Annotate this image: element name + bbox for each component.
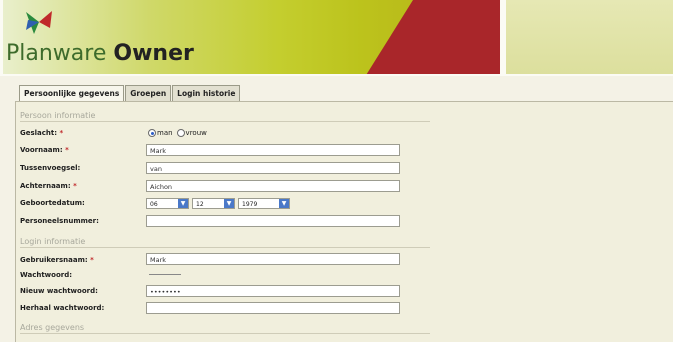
geslacht-radio-group: man vrouw bbox=[148, 129, 207, 137]
nieuw-wachtwoord-label: Nieuw wachtwoord: bbox=[20, 287, 98, 295]
section-persoon-informatie: Persoon informatie bbox=[20, 111, 430, 122]
radio-vrouw[interactable] bbox=[176, 129, 185, 137]
herhaal-wachtwoord-input[interactable] bbox=[146, 302, 400, 314]
required-marker: * bbox=[73, 182, 77, 190]
geboorte-jaar-select[interactable]: 1979 ▼ bbox=[238, 198, 290, 209]
geboorte-dag-value: 06 bbox=[150, 201, 158, 208]
geslacht-label-text: Geslacht: bbox=[20, 129, 58, 137]
achternaam-input[interactable]: Aichon bbox=[146, 180, 400, 192]
planware-logo-icon bbox=[26, 11, 52, 34]
required-marker: * bbox=[59, 129, 64, 137]
tab-bar: Persoonlijke gegevens Groepen Login hist… bbox=[19, 85, 241, 102]
personeelsnummer-input[interactable] bbox=[146, 215, 400, 227]
radio-man-label: man bbox=[157, 129, 173, 137]
gebruikersnaam-input[interactable]: Mark bbox=[146, 253, 400, 265]
tussenvoegsel-input[interactable]: van bbox=[146, 162, 400, 174]
tab-login-historie[interactable]: Login historie bbox=[172, 85, 241, 102]
gebruikersnaam-label-text: Gebruikersnaam: bbox=[20, 256, 88, 264]
header-right-panel bbox=[506, 0, 673, 74]
radio-man[interactable] bbox=[148, 129, 156, 137]
wachtwoord-masked-line bbox=[149, 274, 181, 275]
nieuw-wachtwoord-input[interactable]: •••••••• bbox=[146, 285, 400, 297]
app-title-product: Owner bbox=[113, 41, 194, 66]
section-adres-gegevens: Adres gegevens bbox=[20, 323, 430, 334]
achternaam-label-text: Achternaam: bbox=[20, 182, 71, 190]
geslacht-label: Geslacht: * bbox=[20, 129, 63, 137]
chevron-down-icon: ▼ bbox=[178, 199, 188, 208]
app-title-brand: Planware bbox=[6, 41, 107, 66]
voornaam-input[interactable]: Mark bbox=[146, 144, 400, 156]
personeelsnummer-label: Personeelsnummer: bbox=[20, 217, 99, 225]
app-header: Planware Owner bbox=[0, 0, 673, 76]
tab-groepen[interactable]: Groepen bbox=[125, 85, 172, 102]
tab-persoonlijke-gegevens[interactable]: Persoonlijke gegevens bbox=[19, 85, 125, 102]
app-title: Planware Owner bbox=[6, 41, 194, 66]
geboorte-dag-select[interactable]: 06 ▼ bbox=[146, 198, 189, 209]
radio-vrouw-label: vrouw bbox=[185, 129, 207, 137]
tussenvoegsel-label: Tussenvoegsel: bbox=[20, 164, 81, 172]
wachtwoord-label: Wachtwoord: bbox=[20, 271, 73, 279]
voornaam-label: Voornaam: * bbox=[20, 146, 69, 154]
required-marker: * bbox=[65, 146, 69, 154]
geboorte-maand-select[interactable]: 12 ▼ bbox=[192, 198, 235, 209]
voornaam-label-text: Voornaam: bbox=[20, 146, 63, 154]
form-panel: Persoon informatie Geslacht: * man vrouw… bbox=[15, 101, 673, 342]
herhaal-wachtwoord-label: Herhaal wachtwoord: bbox=[20, 304, 105, 312]
gebruikersnaam-label: Gebruikersnaam: * bbox=[20, 256, 94, 264]
chevron-down-icon: ▼ bbox=[279, 199, 289, 208]
achternaam-label: Achternaam: * bbox=[20, 182, 77, 190]
section-login-informatie: Login informatie bbox=[20, 237, 430, 248]
banner-red-stripe bbox=[338, 0, 500, 74]
chevron-down-icon: ▼ bbox=[224, 199, 234, 208]
geboortedatum-label: Geboortedatum: bbox=[20, 199, 85, 207]
geboorte-maand-value: 12 bbox=[196, 201, 204, 208]
required-marker: * bbox=[90, 256, 94, 264]
geboorte-jaar-value: 1979 bbox=[242, 201, 258, 208]
